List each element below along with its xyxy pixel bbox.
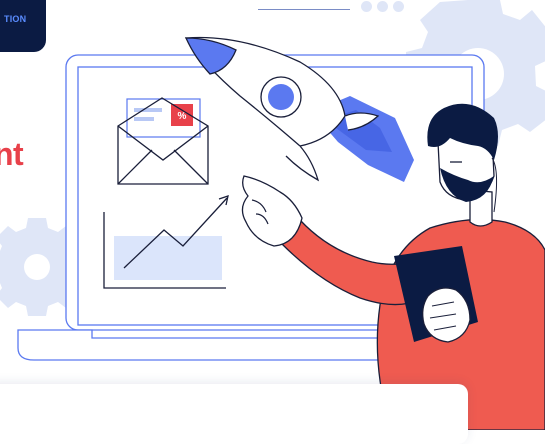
bottom-panel bbox=[0, 384, 468, 444]
hero-illustration: % bbox=[0, 0, 545, 430]
